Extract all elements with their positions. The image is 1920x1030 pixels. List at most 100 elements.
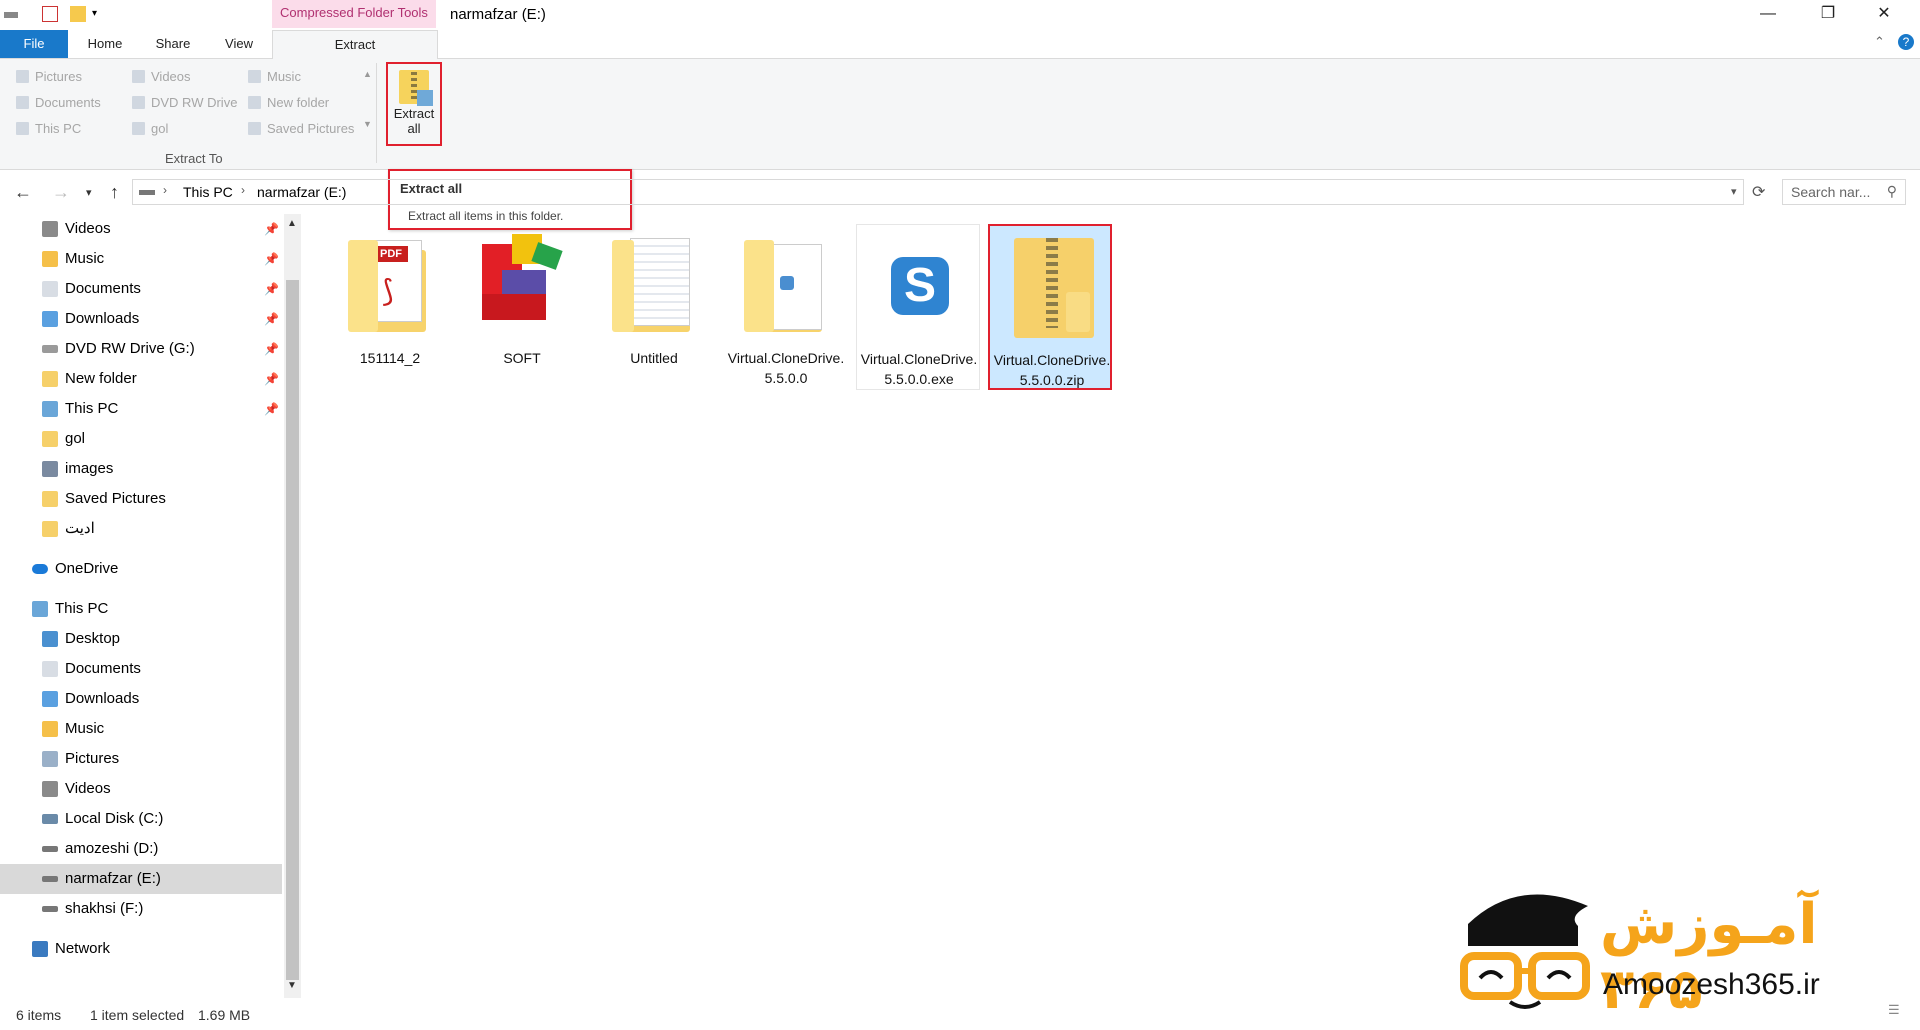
extract-to-dvd[interactable]: DVD RW Drive [132, 94, 237, 112]
scroll-up-icon[interactable]: ▲ [287, 218, 297, 229]
nav-scrollbar[interactable]: ▲ ▼ [284, 214, 301, 998]
file-item-vcd-zip[interactable]: Virtual.CloneDrive.5.5.0.0.zip [988, 224, 1112, 390]
nav-quick-edit[interactable]: ادیت [0, 514, 282, 544]
folder-icon [132, 122, 145, 135]
videos-icon [132, 70, 145, 83]
nav-quick-music[interactable]: Music 📌 [0, 244, 282, 274]
pc-icon [16, 122, 29, 135]
drive-icon[interactable] [4, 12, 18, 18]
nav-quick-documents[interactable]: Documents 📌 [0, 274, 282, 304]
tab-view[interactable]: View [210, 30, 268, 58]
file-item-vcd-exe[interactable]: S Virtual.CloneDrive.5.5.0.0.exe [856, 224, 980, 390]
nav-pc-documents[interactable]: Documents [0, 654, 282, 684]
scroll-thumb[interactable] [286, 280, 299, 980]
file-name: SOFT [503, 350, 541, 366]
nav-onedrive[interactable]: OneDrive [0, 554, 282, 584]
close-button[interactable]: ✕ [1856, 0, 1912, 30]
scroll-down-icon[interactable]: ▼ [287, 980, 297, 991]
tab-share[interactable]: Share [144, 30, 202, 58]
nav-pc-drive-d[interactable]: amozeshi (D:) [0, 834, 282, 864]
status-item-count: 6 items [16, 1007, 62, 1023]
images-icon [42, 461, 58, 477]
recent-locations-icon[interactable]: ▾ [86, 186, 92, 199]
breadcrumb-drive[interactable]: narmafzar (E:) [257, 184, 346, 200]
tab-file[interactable]: File [0, 30, 68, 58]
nav-pc-pictures[interactable]: Pictures [0, 744, 282, 774]
network-icon [32, 941, 48, 957]
nav-quick-gol[interactable]: gol [0, 424, 282, 454]
breadcrumb-this-pc[interactable]: This PC [183, 184, 233, 200]
extract-all-label-2: all [407, 121, 421, 136]
folder-icon [612, 230, 696, 334]
up-icon[interactable]: ↑ [110, 182, 119, 203]
chevron-right-icon[interactable]: › [241, 183, 245, 197]
nav-quick-downloads[interactable]: Downloads 📌 [0, 304, 282, 334]
windows-drive-icon [42, 814, 58, 824]
watermark-site: Amoozesh365.ir [1603, 968, 1820, 1001]
ribbon-tabs: File Home Share View Extract ⌃ ? [0, 30, 1920, 60]
file-item-151114-2[interactable]: PDF ⟆ 151114_2 [328, 224, 452, 390]
new-folder-icon[interactable] [70, 6, 86, 22]
file-name: Untitled [630, 350, 678, 366]
file-item-untitled[interactable]: Untitled [592, 224, 716, 390]
pin-icon: 📌 [264, 372, 279, 386]
nav-pc-videos[interactable]: Videos [0, 774, 282, 804]
nav-pc-local-disk-c[interactable]: Local Disk (C:) [0, 804, 282, 834]
forward-icon[interactable]: → [52, 182, 70, 203]
extract-to-saved-pictures[interactable]: Saved Pictures [248, 120, 354, 138]
nav-quick-new-folder[interactable]: New folder 📌 [0, 364, 282, 394]
customize-qat-icon[interactable]: ▾ [92, 6, 108, 22]
folder-icon [248, 96, 261, 109]
pin-icon: 📌 [264, 282, 279, 296]
nav-network[interactable]: Network [0, 934, 282, 964]
drive-icon [139, 190, 155, 195]
refresh-icon[interactable]: ⟳ [1752, 182, 1765, 202]
nav-pc-drive-f[interactable]: shakhsi (F:) [0, 894, 282, 924]
nav-quick-this-pc[interactable]: This PC 📌 [0, 394, 282, 424]
extract-to-gol[interactable]: gol [132, 120, 168, 138]
nav-quick-videos[interactable]: Videos 📌 [0, 214, 282, 244]
gallery-more-icon[interactable]: ▼ [363, 119, 372, 129]
documents-icon [42, 661, 58, 677]
chevron-right-icon[interactable]: › [163, 183, 167, 197]
nav-quick-dvd[interactable]: DVD RW Drive (G:) 📌 [0, 334, 282, 364]
nav-this-pc[interactable]: This PC [0, 594, 282, 624]
nav-pc-drive-e[interactable]: narmafzar (E:) [0, 864, 282, 894]
extract-to-this-pc[interactable]: This PC [16, 120, 81, 138]
minimize-button[interactable]: — [1740, 0, 1796, 30]
mascot-glasses-icon [1460, 894, 1590, 1009]
back-icon[interactable]: ← [14, 182, 32, 203]
extract-to-pictures[interactable]: Pictures [16, 68, 82, 86]
gallery-scroll-up-icon[interactable]: ▲ [363, 69, 372, 79]
nav-pc-desktop[interactable]: Desktop [0, 624, 282, 654]
nav-pc-downloads[interactable]: Downloads [0, 684, 282, 714]
window-title: narmafzar (E:) [450, 6, 546, 23]
extract-to-music[interactable]: Music [248, 68, 301, 86]
collapse-ribbon-icon[interactable]: ⌃ [1874, 34, 1885, 50]
tab-home[interactable]: Home [76, 30, 134, 58]
extract-to-documents[interactable]: Documents [16, 94, 101, 112]
file-item-soft[interactable]: SOFT [460, 224, 584, 390]
desktop-icon [42, 631, 58, 647]
drive-icon [42, 906, 58, 912]
address-bar[interactable]: › This PC › narmafzar (E:) ▾ [132, 179, 1744, 205]
folder-icon [42, 431, 58, 447]
address-row: ← → ▾ ↑ › This PC › narmafzar (E:) ▾ ⟳ S… [0, 176, 1920, 208]
extract-to-videos[interactable]: Videos [132, 68, 191, 86]
nav-quick-saved-pictures[interactable]: Saved Pictures [0, 484, 282, 514]
nav-quick-images[interactable]: images [0, 454, 282, 484]
address-dropdown-icon[interactable]: ▾ [1731, 185, 1737, 198]
file-item-vcd-folder[interactable]: Virtual.CloneDrive.5.5.0.0 [724, 224, 848, 390]
nav-pc-music[interactable]: Music [0, 714, 282, 744]
tab-extract[interactable]: Extract [272, 30, 438, 60]
extract-to-new-folder[interactable]: New folder [248, 94, 329, 112]
search-input[interactable]: Search nar... ⚲ [1782, 179, 1906, 205]
status-size: 1.69 MB [198, 1007, 251, 1023]
help-icon[interactable]: ? [1898, 34, 1914, 50]
search-icon: ⚲ [1886, 183, 1897, 199]
maximize-button[interactable]: ❐ [1800, 0, 1856, 30]
extract-all-button[interactable]: Extract all [386, 62, 442, 146]
properties-icon[interactable] [42, 6, 58, 22]
pc-icon [42, 401, 58, 417]
dvd-icon [42, 345, 58, 353]
